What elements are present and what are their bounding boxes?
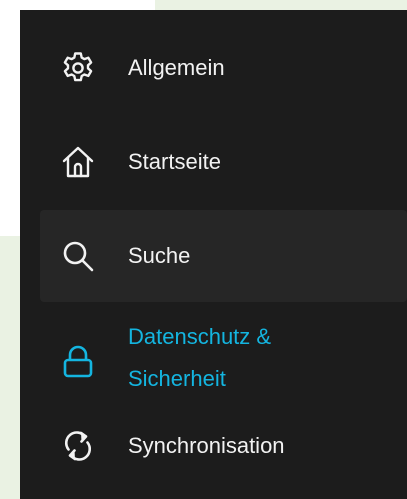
sidebar-item-label: Suche (128, 243, 191, 268)
sidebar-item-label: Startseite (128, 149, 221, 174)
gear-icon (60, 50, 96, 86)
sidebar-item-label: Datenschutz & Sicherheit (128, 324, 272, 391)
background-panel-left (0, 236, 20, 499)
sidebar-item-label: Allgemein (128, 55, 225, 80)
sidebar-item-synchronisation[interactable]: Synchronisation (20, 416, 407, 476)
sidebar-item-label: Synchronisation (128, 433, 285, 458)
search-icon (60, 238, 96, 274)
sidebar-item-datenschutz[interactable]: Datenschutz & Sicherheit (20, 316, 407, 408)
settings-sidebar: Allgemein Startseite Suche Datenschutz &… (20, 10, 407, 499)
sync-icon (60, 428, 96, 464)
sidebar-item-allgemein[interactable]: Allgemein (20, 40, 407, 96)
home-icon (60, 144, 96, 180)
screenshot-stage: Allgemein Startseite Suche Datenschutz &… (0, 0, 407, 499)
sidebar-item-suche[interactable]: Suche (40, 210, 407, 302)
sidebar-item-startseite[interactable]: Startseite (20, 134, 407, 190)
lock-icon (60, 344, 96, 380)
